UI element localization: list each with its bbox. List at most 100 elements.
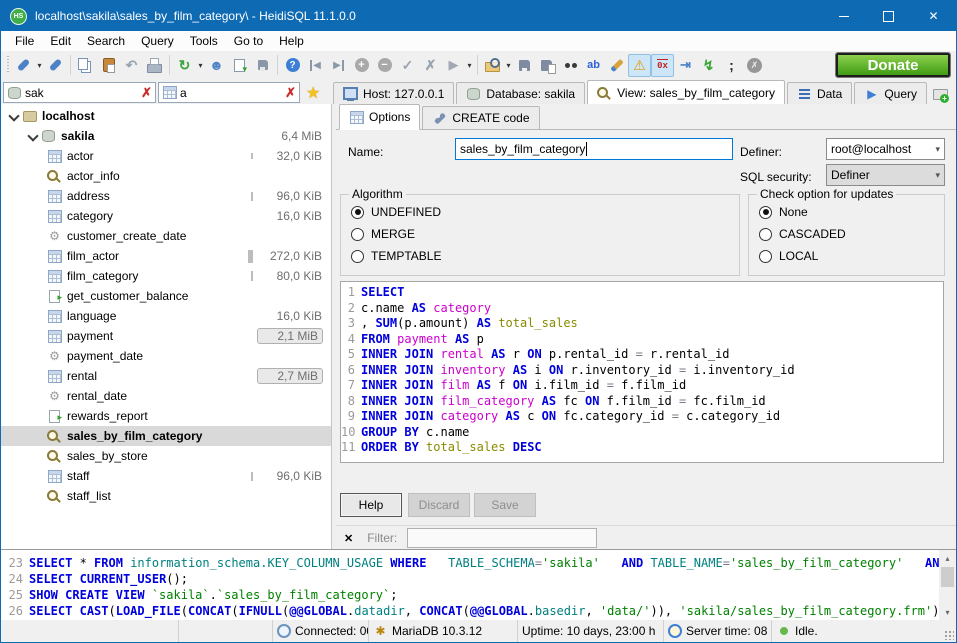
definer-combobox[interactable]: root@localhost	[826, 138, 945, 160]
sync-save-icon[interactable]	[251, 54, 274, 77]
tree-item-address[interactable]: address96,0 KiB	[1, 186, 331, 206]
session-manager-icon[interactable]	[12, 54, 35, 77]
menu-search[interactable]: Search	[79, 32, 133, 50]
save-icon[interactable]	[513, 54, 536, 77]
find-file-icon[interactable]	[481, 54, 504, 77]
scroll-down-icon[interactable]	[939, 604, 956, 620]
menu-file[interactable]: File	[7, 32, 42, 50]
scrollbar-thumb[interactable]	[941, 567, 954, 587]
print-icon[interactable]	[143, 54, 166, 77]
clear-filter-icon[interactable]	[141, 85, 152, 101]
favorites-star-icon[interactable]	[306, 83, 320, 103]
radio-button[interactable]	[351, 228, 364, 241]
go-first-icon[interactable]	[304, 54, 327, 77]
go-last-icon[interactable]	[327, 54, 350, 77]
tree-item-rental[interactable]: rental2,7 MiB	[1, 366, 331, 386]
tree-item-rental-date[interactable]: rental_date	[1, 386, 331, 406]
dropdown-arrow-icon[interactable]	[196, 61, 205, 70]
clear-filter-icon[interactable]	[285, 85, 296, 101]
dropdown-arrow-icon[interactable]	[35, 61, 44, 70]
sql-log-panel[interactable]: 23SELECT * FROM information_schema.KEY_C…	[1, 549, 957, 620]
tree-item-category[interactable]: category16,0 KiB	[1, 206, 331, 226]
menu-edit[interactable]: Edit	[42, 32, 79, 50]
tree-item-sales-by-store[interactable]: sales_by_store	[1, 446, 331, 466]
undo-icon[interactable]	[120, 54, 143, 77]
radio-button[interactable]	[351, 206, 364, 219]
tree-item-actor-info[interactable]: actor_info	[1, 166, 331, 186]
tree-item-sakila[interactable]: sakila6,4 MiB	[1, 126, 331, 146]
expand-chevron-icon[interactable]	[28, 132, 36, 140]
radio-button[interactable]	[759, 250, 772, 263]
tab-host-127-0-0-1[interactable]: Host: 127.0.0.1	[333, 82, 454, 105]
tab-database-sakila[interactable]: Database: sakila	[456, 82, 585, 105]
tree-item-rewards-report[interactable]: rewards_report	[1, 406, 331, 426]
check-option-option-local[interactable]: LOCAL	[749, 245, 944, 267]
copy-icon[interactable]	[74, 54, 97, 77]
save-button[interactable]: Save	[474, 493, 536, 517]
tree-item-sales-by-film-category[interactable]: sales_by_film_category	[1, 426, 331, 446]
radio-button[interactable]	[351, 250, 364, 263]
paste-icon[interactable]	[97, 54, 120, 77]
tree-item-actor[interactable]: actor32,0 KiB	[1, 146, 331, 166]
tree-item-payment[interactable]: payment2,1 MiB	[1, 326, 331, 346]
view-name-input[interactable]: sales_by_film_category	[455, 138, 733, 160]
tree-item-customer-create-date[interactable]: customer_create_date	[1, 226, 331, 246]
donate-button[interactable]: Donate	[836, 53, 950, 77]
tree-item-language[interactable]: language16,0 KiB	[1, 306, 331, 326]
log-scrollbar[interactable]	[939, 550, 956, 620]
warnings-icon[interactable]	[628, 54, 651, 77]
user-manager-icon[interactable]	[205, 54, 228, 77]
remove-icon[interactable]	[373, 54, 396, 77]
table-filter-input[interactable]: a	[158, 82, 300, 103]
add-icon[interactable]	[350, 54, 373, 77]
export-icon[interactable]	[228, 54, 251, 77]
new-query-tab-button[interactable]	[929, 87, 954, 105]
tree-item-staff[interactable]: staff96,0 KiB	[1, 466, 331, 486]
scroll-up-icon[interactable]	[939, 550, 956, 566]
hex-icon[interactable]	[651, 54, 674, 77]
menu-query[interactable]: Query	[133, 32, 182, 50]
help-icon[interactable]	[281, 54, 304, 77]
sql-security-select[interactable]: Definer	[826, 164, 945, 186]
stop-icon[interactable]	[743, 54, 766, 77]
tree-item-payment-date[interactable]: payment_date	[1, 346, 331, 366]
disconnect-icon[interactable]	[44, 54, 67, 77]
resize-grip[interactable]	[944, 630, 954, 640]
discard-button[interactable]: Discard	[408, 493, 470, 517]
text-case-icon[interactable]	[582, 54, 605, 77]
close-filter-icon[interactable]	[344, 531, 353, 545]
refresh-icon[interactable]	[173, 54, 196, 77]
dropdown-arrow-icon[interactable]	[504, 61, 513, 70]
tree-item-staff-list[interactable]: staff_list	[1, 486, 331, 506]
dropdown-arrow-icon[interactable]	[465, 61, 474, 70]
close-button[interactable]	[911, 1, 956, 31]
cancel-icon[interactable]	[419, 54, 442, 77]
menu-tools[interactable]: Tools	[182, 32, 226, 50]
save-as-icon[interactable]	[536, 54, 559, 77]
tab-data[interactable]: Data	[787, 82, 852, 105]
tree-item-localhost[interactable]: localhost	[1, 106, 331, 126]
reformat-icon[interactable]	[697, 54, 720, 77]
radio-button[interactable]	[759, 206, 772, 219]
tree-item-get-customer-balance[interactable]: get_customer_balance	[1, 286, 331, 306]
indent-icon[interactable]	[674, 54, 697, 77]
database-filter-input[interactable]: sak	[3, 82, 156, 103]
view-sql-editor[interactable]: 1SELECT2c.name AS category3, SUM(p.amoun…	[340, 281, 944, 463]
minimize-button[interactable]	[821, 1, 866, 31]
expand-chevron-icon[interactable]	[9, 112, 17, 120]
filter-input[interactable]	[407, 528, 597, 548]
check-option-option-cascaded[interactable]: CASCADED	[749, 223, 944, 245]
tab-view-sales-by-film-category[interactable]: View: sales_by_film_category	[587, 80, 785, 106]
subtab-create-code[interactable]: CREATE code	[422, 106, 539, 129]
tab-query[interactable]: Query	[854, 82, 927, 105]
maximize-button[interactable]	[866, 1, 911, 31]
check-option-option-none[interactable]: None	[749, 201, 944, 223]
help-button[interactable]: Help	[340, 493, 402, 517]
algorithm-option-merge[interactable]: MERGE	[341, 223, 739, 245]
apply-icon[interactable]	[396, 54, 419, 77]
format-brush-icon[interactable]	[605, 54, 628, 77]
semicolon-icon[interactable]	[720, 54, 743, 77]
toolbar-grip[interactable]	[5, 56, 10, 74]
radio-button[interactable]	[759, 228, 772, 241]
tree-item-film-category[interactable]: film_category80,0 KiB	[1, 266, 331, 286]
